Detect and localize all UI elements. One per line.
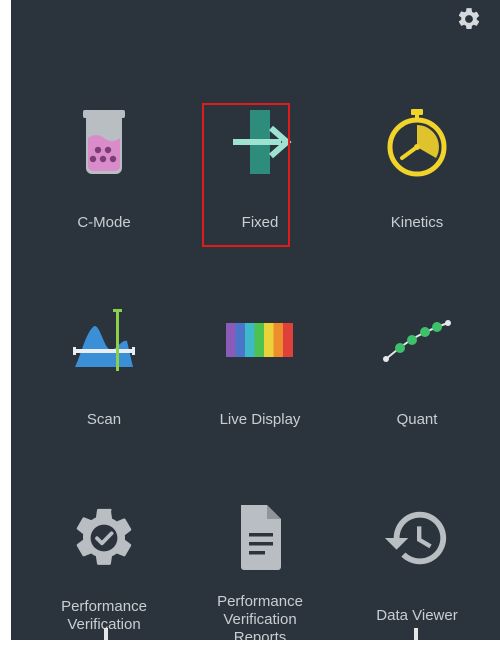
scroll-indicator	[104, 628, 108, 640]
spectrum-bar-icon	[225, 305, 295, 375]
gear-icon	[458, 8, 480, 29]
mode-label: Live Display	[219, 411, 301, 428]
mode-label: Fixed	[241, 214, 279, 231]
mode-label: Kinetics	[390, 214, 444, 231]
mode-label: Performance Verification Reports	[217, 593, 303, 640]
scroll-indicator	[414, 628, 418, 640]
gear-check-icon	[69, 503, 139, 573]
scan-spectrum-icon	[69, 305, 139, 375]
mode-performance-verification-reports[interactable]: Performance Verification Reports	[185, 503, 335, 640]
document-icon	[225, 503, 295, 573]
mode-data-viewer[interactable]: Data Viewer	[342, 503, 492, 640]
mode-performance-verification[interactable]: Performance Verification	[29, 503, 179, 640]
mode-live-display[interactable]: Live Display	[185, 305, 335, 435]
mode-fixed[interactable]: Fixed	[185, 108, 335, 238]
mode-label: Quant	[396, 411, 438, 428]
mode-c-mode[interactable]: C-Mode	[29, 108, 179, 238]
mode-scan[interactable]: Scan	[29, 305, 179, 435]
mode-label: Data Viewer	[376, 607, 458, 624]
fixed-wavelength-icon	[225, 108, 295, 178]
mode-kinetics[interactable]: Kinetics	[342, 108, 492, 238]
mode-quant[interactable]: Quant	[342, 305, 492, 435]
mode-label: C-Mode	[77, 214, 131, 231]
main-screen: C-Mode Fixed Kinetics Scan Live Display …	[11, 0, 500, 640]
settings-button[interactable]	[456, 6, 482, 32]
beaker-icon	[69, 108, 139, 178]
quant-curve-icon	[382, 305, 452, 375]
mode-label: Scan	[86, 411, 122, 428]
stopwatch-icon	[382, 108, 452, 178]
history-clock-icon	[382, 503, 452, 573]
